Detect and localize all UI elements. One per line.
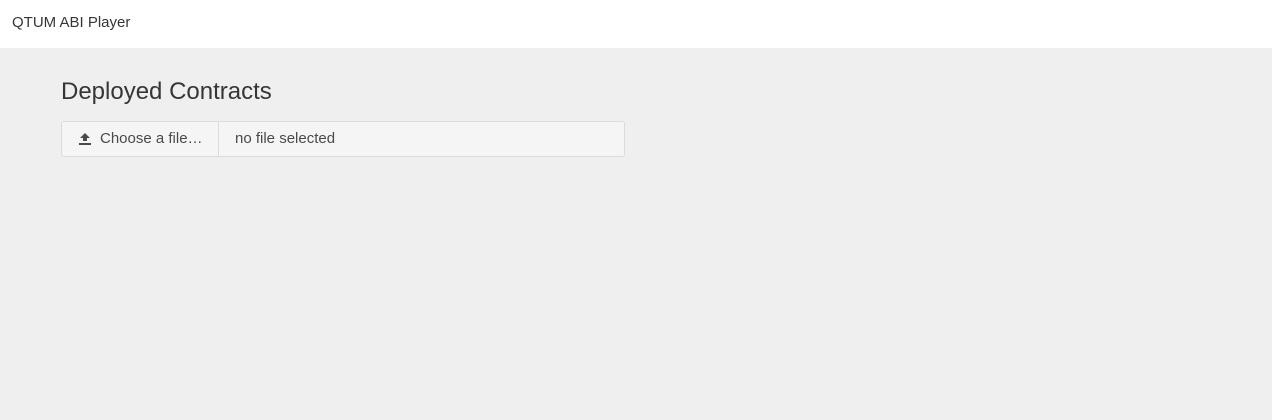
upload-icon: [78, 132, 92, 146]
selected-file-name: no file selected: [219, 122, 624, 156]
top-navbar: QTUM ABI Player: [0, 0, 1272, 48]
file-picker[interactable]: Choose a file… no file selected: [61, 121, 625, 157]
page-title: Deployed Contracts: [61, 78, 272, 105]
choose-file-button[interactable]: Choose a file…: [62, 122, 219, 156]
app-brand-link[interactable]: QTUM ABI Player: [12, 14, 130, 32]
choose-file-label: Choose a file…: [100, 130, 203, 147]
